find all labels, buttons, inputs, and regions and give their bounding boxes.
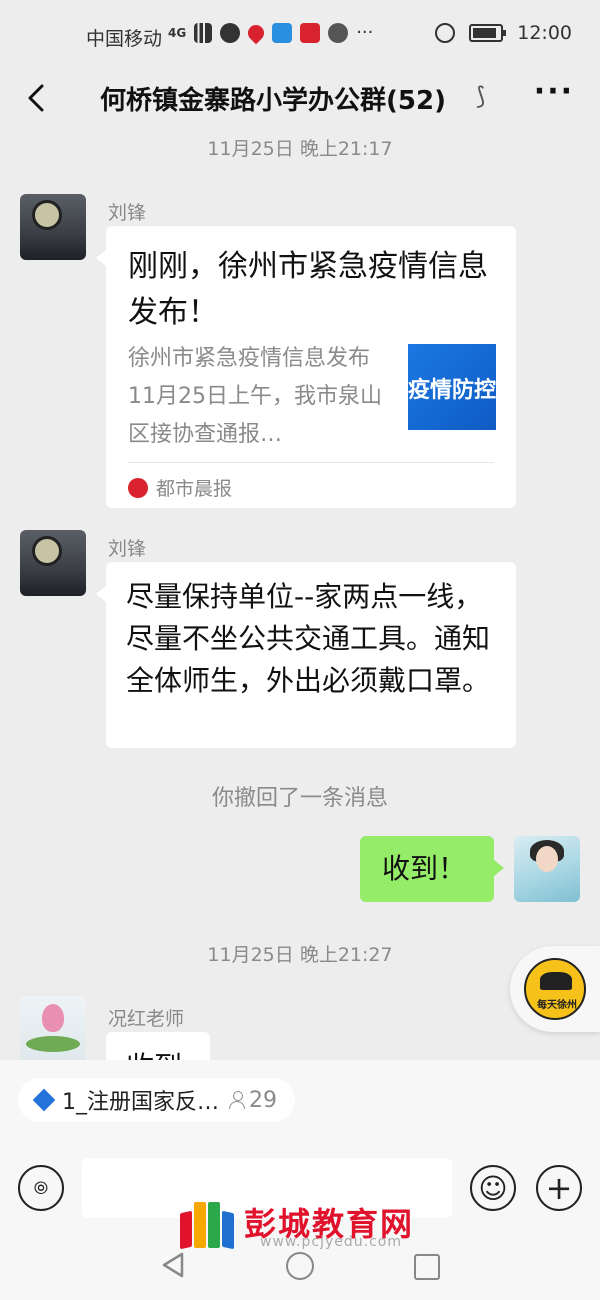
clock: 12:00 [517,22,572,44]
member-count: 29 [229,1088,277,1113]
source-logo-icon [128,477,148,498]
nav-back-icon[interactable] [158,1250,188,1280]
timestamp: 11月25日 晚上21:27 [207,944,393,966]
status-bar: 中国移动 4G ··· 12:00 [0,0,600,68]
link-card-message[interactable]: 刚刚，徐州市紧急疫情信息发布！ 徐州市紧急疫情信息发布11月25日上午，我市泉山… [96,226,516,508]
more-status-icon: ··· [356,22,374,43]
message-icon [220,22,241,43]
status-icons: 4G ··· [168,21,374,44]
message-text: 收到！ [382,852,467,885]
card-title: 刚刚，徐州市紧急疫情信息发布！ [128,249,488,330]
badge-text: 每天徐州 [537,1000,577,1011]
timestamp: 11月25日 晚上21:17 [207,138,393,160]
system-navigation-bar [0,1246,600,1300]
signal-icon [194,22,213,43]
person-icon [229,1091,245,1109]
nav-recent-apps-icon[interactable] [414,1254,440,1280]
nav-home-icon[interactable] [286,1252,314,1280]
source-name: 都市晨报 [156,478,233,500]
pinned-shortcut[interactable]: 1_注册国家反… 29 [18,1078,295,1122]
card-description: 徐州市紧急疫情信息发布11月25日上午，我市泉山区接协查通报… [128,346,382,447]
my-text-message[interactable]: 收到！ [360,836,504,902]
text-message[interactable]: 尽量保持单位--家两点一线，尽量不坐公共交通工具。通知全体师生，外出必须戴口罩。 [96,562,516,748]
status-right: 12:00 [435,22,572,44]
more-functions-button[interactable]: + [536,1165,582,1211]
recall-notice: 你撤回了一条消息 [211,786,388,811]
daily-xuzhou-logo-icon: 每天徐州 [524,958,586,1020]
location-icon [244,21,268,44]
avatar[interactable] [20,996,86,1062]
card-source: 都市晨报 [128,474,232,501]
network-type-label: 4G [168,25,187,40]
voice-input-button[interactable]: ⦾ [18,1165,64,1211]
avatar[interactable] [20,530,86,596]
carrier-label: 中国移动 [86,28,163,50]
member-count-value: 29 [249,1087,277,1113]
message-text: 尽量保持单位--家两点一线，尽量不坐公共交通工具。通知全体师生，外出必须戴口罩。 [126,580,491,697]
sender-name: 刘锋 [108,538,147,560]
floating-mini-program-button[interactable]: 每天徐州 [510,946,600,1032]
pinned-label: 1_注册国家反… [62,1090,219,1115]
more-options-button[interactable]: ··· [534,74,574,109]
emoji-button[interactable]: ☺ [470,1165,516,1211]
battery-icon [469,24,507,42]
sender-name: 刘锋 [108,202,147,224]
card-divider [128,462,494,463]
app-icon-blue [272,22,293,43]
alarm-icon [435,23,456,43]
thumbnail-text: 疫情防控 [408,378,496,403]
chat-header: 何桥镇金寨路小学办公群(52) ⟆ ··· [0,68,600,130]
card-thumbnail: 疫情防控 [408,344,496,430]
avatar[interactable] [20,194,86,260]
cube-icon [32,1088,56,1112]
app-icon-gray [328,22,349,43]
app-icon-red [300,22,321,43]
sender-name: 况红老师 [108,1008,185,1030]
back-arrow-icon[interactable] [18,78,58,118]
my-avatar[interactable] [514,836,580,902]
book-logo-icon [180,1196,234,1250]
group-title: 何桥镇金寨路小学办公群(52) [100,86,446,116]
earpiece-mode-icon: ⟆ [476,82,486,110]
